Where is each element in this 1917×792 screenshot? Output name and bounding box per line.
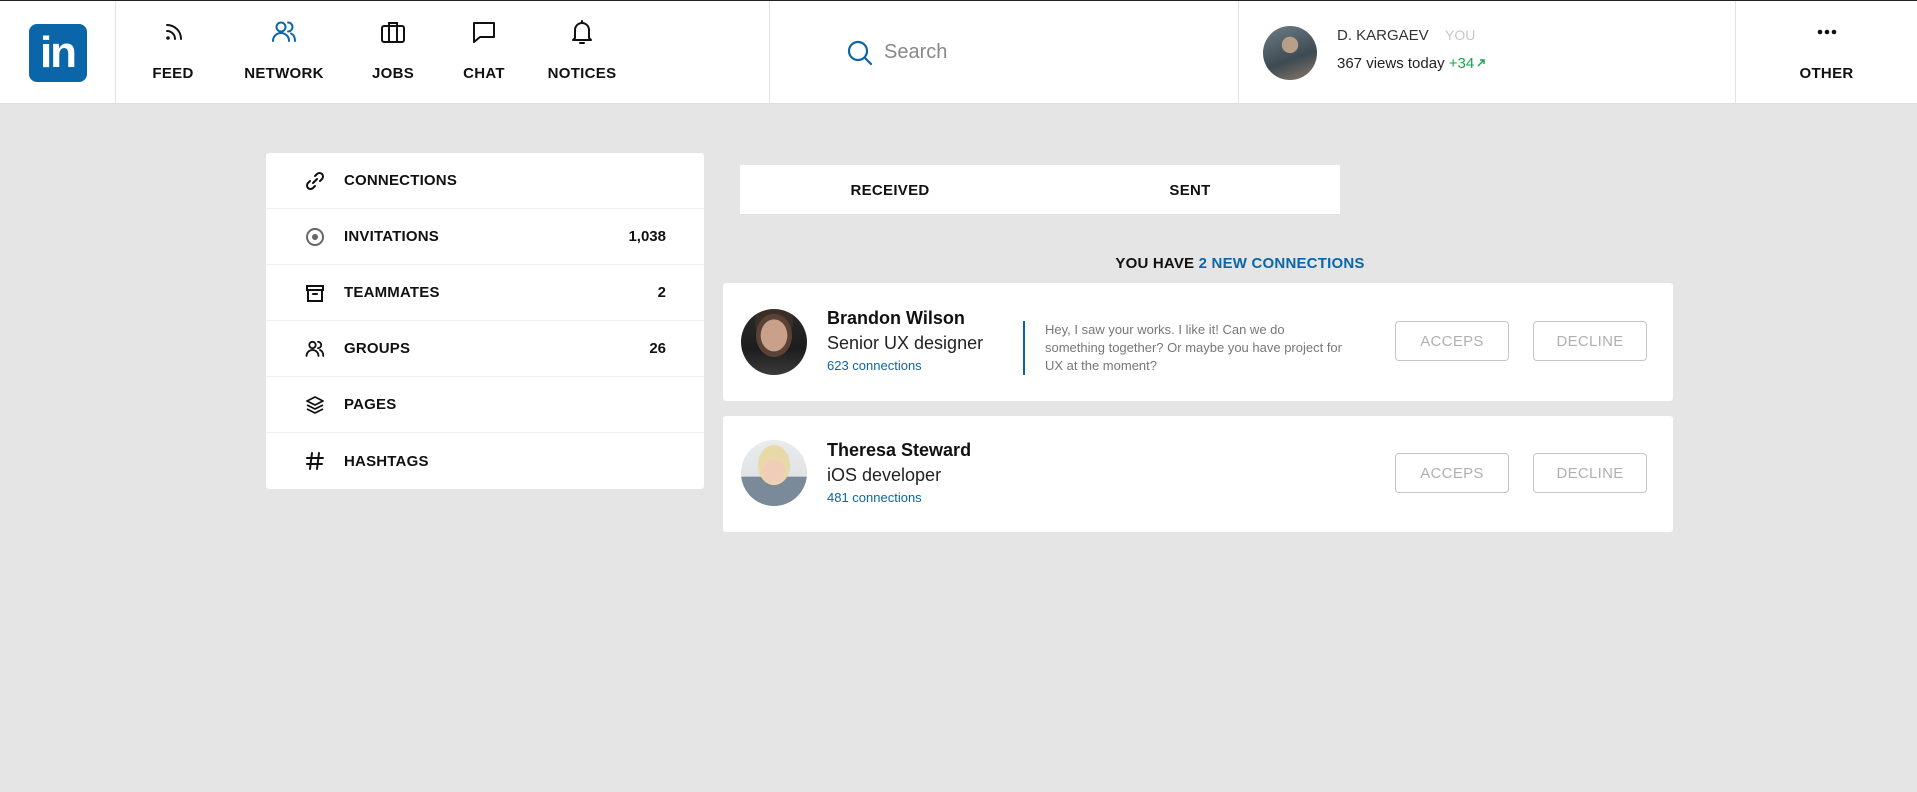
bell-icon <box>572 20 592 44</box>
person-role: iOS developer <box>827 465 942 485</box>
nav-label-notices: NOTICES <box>547 65 617 82</box>
sidebar-item-connections[interactable]: CONNECTIONS <box>266 153 704 209</box>
sidebar-item-label: CONNECTIONS <box>344 172 458 189</box>
person-name[interactable]: Theresa Steward <box>827 440 971 461</box>
new-connections-summary: YOU HAVE 2 NEW CONNECTIONS <box>740 255 1740 272</box>
avatar[interactable] <box>1263 26 1317 80</box>
search-bar <box>769 1 1239 104</box>
nav-item-chat[interactable]: CHAT <box>448 1 520 104</box>
sidebar-item-label: HASHTAGS <box>344 452 429 470</box>
tab-received[interactable]: RECEIVED <box>740 165 1040 215</box>
top-header: in FEED NETWORK JOBS CHAT NOTICES Search… <box>0 0 1917 104</box>
arrow-up-right-icon <box>1477 59 1485 67</box>
briefcase-icon <box>381 22 405 43</box>
profile-you-label: YOU <box>1445 27 1476 43</box>
logo-container[interactable]: in <box>0 1 116 104</box>
sidebar-item-count: 1,038 <box>628 228 666 245</box>
decline-button[interactable]: DECLINE <box>1533 453 1647 493</box>
decline-button[interactable]: DECLINE <box>1533 321 1647 361</box>
summary-prefix: YOU HAVE <box>1115 255 1195 272</box>
linkedin-logo[interactable]: in <box>28 23 87 82</box>
profile-summary[interactable]: D. KARGAEV YOU 367 views today +34 <box>1239 1 1736 104</box>
profile-views: 367 views today +34 <box>1337 55 1486 72</box>
other-menu-button[interactable]: OTHER <box>1736 1 1917 104</box>
users-icon <box>272 21 296 42</box>
person-connections-link[interactable]: 481 connections <box>827 490 922 505</box>
target-icon <box>306 227 324 246</box>
profile-name: D. KARGAEV <box>1337 27 1429 44</box>
invitation-message: Hey, I saw your works. I like it! Can we… <box>1045 322 1342 373</box>
chat-bubble-icon <box>473 22 495 43</box>
accept-button[interactable]: ACCEPS <box>1395 453 1509 493</box>
sidebar-item-hashtags[interactable]: HASHTAGS <box>266 433 704 489</box>
main-nav: FEED NETWORK JOBS CHAT NOTICES <box>116 1 644 104</box>
layers-icon <box>306 395 324 414</box>
sidebar-item-groups[interactable]: GROUPS 26 <box>266 321 704 377</box>
nav-label-network: NETWORK <box>244 65 324 82</box>
nav-label-other: OTHER <box>1799 65 1854 82</box>
link-icon <box>305 171 325 190</box>
sidebar-item-pages[interactable]: PAGES <box>266 377 704 433</box>
connection-request-card: Theresa Steward iOS developer 481 connec… <box>723 416 1673 532</box>
sidebar-item-label: TEAMMATES <box>344 284 440 301</box>
search-icon <box>847 40 873 65</box>
sidebar-item-count: 2 <box>657 284 666 301</box>
person-name[interactable]: Brandon Wilson <box>827 308 965 329</box>
hashtag-icon <box>306 452 324 470</box>
invitation-tabs: RECEIVED SENT <box>740 165 1340 215</box>
nav-item-notices[interactable]: NOTICES <box>520 1 644 104</box>
person-role: Senior UX designer <box>827 333 984 353</box>
nav-item-feed[interactable]: FEED <box>116 1 230 104</box>
sidebar-item-invitations[interactable]: INVITATIONS 1,038 <box>266 209 704 265</box>
rss-icon <box>166 24 182 40</box>
sidebar-item-label: INVITATIONS <box>344 228 439 245</box>
avatar[interactable] <box>741 309 807 375</box>
archive-icon <box>306 284 324 302</box>
sidebar-item-teammates[interactable]: TEAMMATES 2 <box>266 265 704 321</box>
nav-label-feed: FEED <box>152 65 194 82</box>
views-count: 367 views today <box>1337 55 1445 72</box>
network-sidebar: CONNECTIONS INVITATIONS 1,038 TEAMMATES … <box>266 153 704 489</box>
users-icon <box>305 340 325 357</box>
views-delta: +34 <box>1449 55 1486 72</box>
sidebar-item-label: GROUPS <box>344 340 411 357</box>
nav-label-chat: CHAT <box>463 65 505 82</box>
person-connections-link[interactable]: 623 connections <box>827 358 922 373</box>
connection-request-card: Brandon Wilson Senior UX designer 623 co… <box>723 283 1673 401</box>
sidebar-item-count: 26 <box>649 340 666 357</box>
nav-item-network[interactable]: NETWORK <box>230 1 338 104</box>
tab-sent[interactable]: SENT <box>1040 165 1340 215</box>
search-input[interactable] <box>884 41 1184 64</box>
avatar[interactable] <box>741 440 807 506</box>
more-dots-icon <box>1817 29 1836 35</box>
summary-highlight[interactable]: 2 NEW CONNECTIONS <box>1199 255 1365 272</box>
nav-label-jobs: JOBS <box>371 65 415 82</box>
accept-button[interactable]: ACCEPS <box>1395 321 1509 361</box>
sidebar-item-label: PAGES <box>344 396 397 413</box>
nav-item-jobs[interactable]: JOBS <box>338 1 448 104</box>
views-delta-value: +34 <box>1448 55 1475 72</box>
message-divider <box>1023 321 1025 375</box>
